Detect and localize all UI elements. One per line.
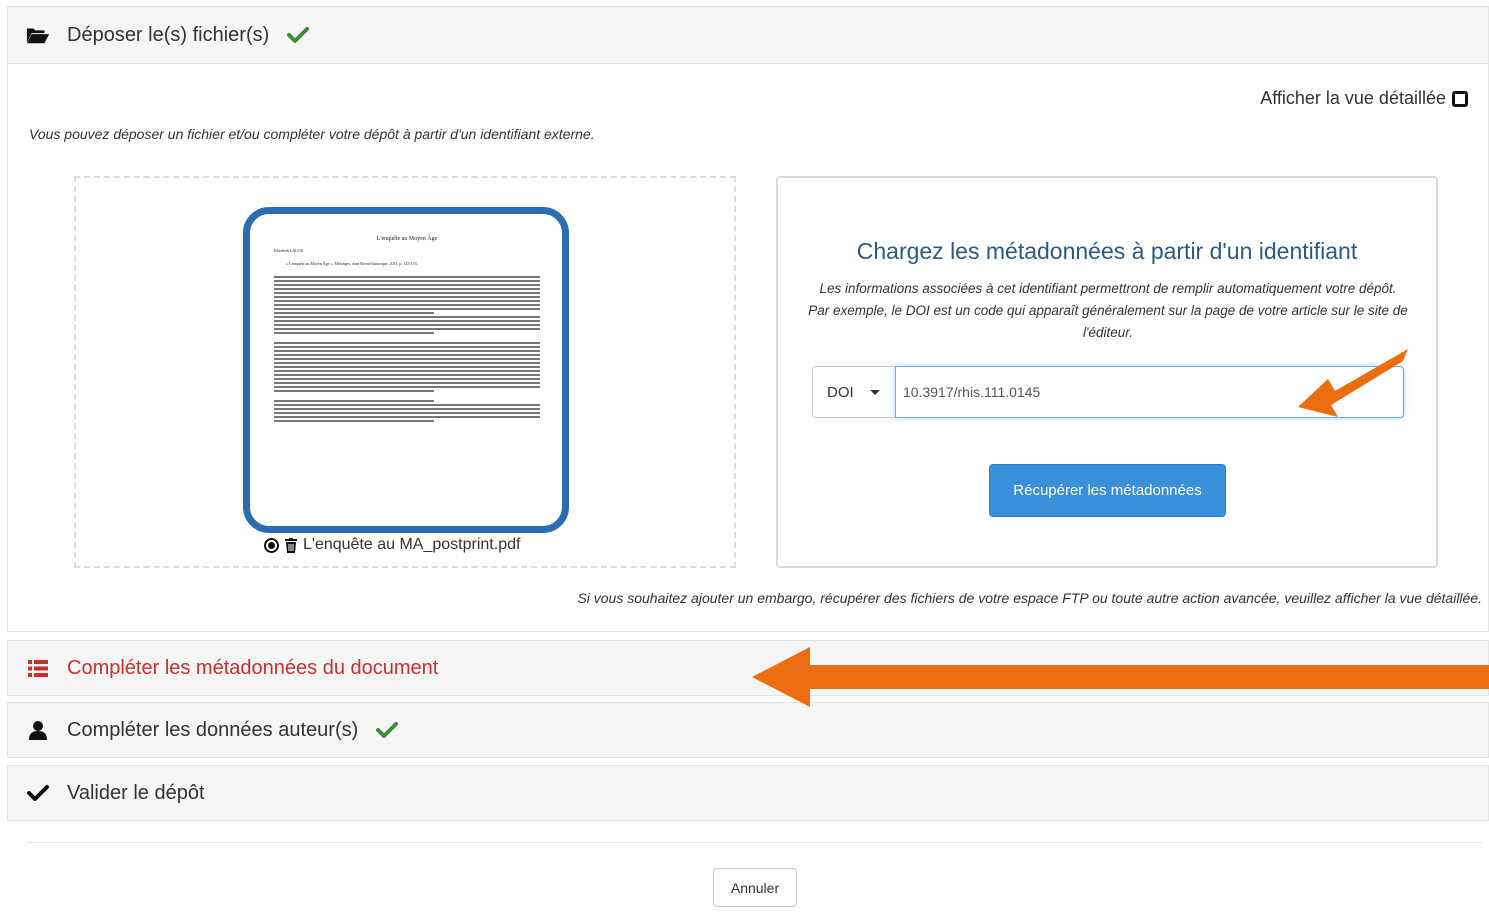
detailed-view-label: Afficher la vue détaillée <box>1260 88 1446 108</box>
preview-title: L'enquête au Moyen Âge <box>376 236 438 242</box>
main-file-radio[interactable] <box>264 537 279 553</box>
identifier-title: Chargez les métadonnées à partir d'un id… <box>856 238 1358 264</box>
deposit-files-body: Afficher la vue détaillée Vous pouvez dé… <box>7 64 1489 632</box>
check-icon <box>287 26 310 44</box>
authors-section-title: Compléter les données auteur(s) <box>67 718 359 741</box>
document-preview: L'enquête au Moyen Âge Elisabeth LALOU «… <box>274 236 540 508</box>
preview-author: Elisabeth LALOU <box>274 248 304 253</box>
footer-divider <box>27 842 1483 843</box>
file-preview-thumbnail[interactable]: L'enquête au Moyen Âge Elisabeth LALOU «… <box>243 207 569 533</box>
identifier-type-value: DOI <box>827 383 854 401</box>
embargo-note: Si vous souhaitez ajouter un embargo, ré… <box>577 590 1482 606</box>
metadata-section-title: Compléter les métadonnées du document <box>67 656 439 679</box>
file-name[interactable]: L'enquête au MA_postprint.pdf <box>303 536 520 554</box>
deposit-form: Déposer le(s) fichier(s) Afficher la vue… <box>0 0 1489 912</box>
identifier-type-select[interactable]: DOI <box>812 366 896 418</box>
deposit-files-title: Déposer le(s) fichier(s) <box>67 23 270 46</box>
validate-section-title: Valider le dépôt <box>67 781 205 804</box>
authors-section-header[interactable]: Compléter les données auteur(s) <box>7 702 1489 758</box>
arrow-annotation-icon <box>1298 349 1408 417</box>
check-icon <box>376 721 399 739</box>
fetch-metadata-button[interactable]: Récupérer les métadonnées <box>989 464 1226 517</box>
arrow-annotation-icon <box>752 647 1489 707</box>
validate-section-header[interactable]: Valider le dépôt <box>7 765 1489 821</box>
caret-down-icon <box>869 389 880 395</box>
deposit-intro-text: Vous pouvez déposer un fichier et/ou com… <box>29 126 595 142</box>
trash-icon[interactable] <box>285 537 297 553</box>
deposit-files-header[interactable]: Déposer le(s) fichier(s) <box>7 6 1489 64</box>
check-icon <box>26 781 50 805</box>
detailed-view-toggle[interactable]: Afficher la vue détaillée <box>1260 88 1468 109</box>
file-row: L'enquête au MA_postprint.pdf <box>264 536 520 554</box>
cancel-button[interactable]: Annuler <box>713 868 797 907</box>
detailed-view-link[interactable]: afficher la vue détaillée. <box>1335 590 1482 606</box>
user-icon <box>26 718 50 742</box>
folder-open-icon <box>26 23 50 47</box>
file-dropzone[interactable]: L'enquête au Moyen Âge Elisabeth LALOU «… <box>74 176 736 568</box>
checkbox-icon[interactable] <box>1452 90 1468 107</box>
preview-reference: « L'enquête au Moyen Âge », Mélanges, da… <box>286 261 418 266</box>
list-icon <box>26 656 50 680</box>
embargo-note-text: Si vous souhaitez ajouter un embargo, ré… <box>577 590 1332 606</box>
